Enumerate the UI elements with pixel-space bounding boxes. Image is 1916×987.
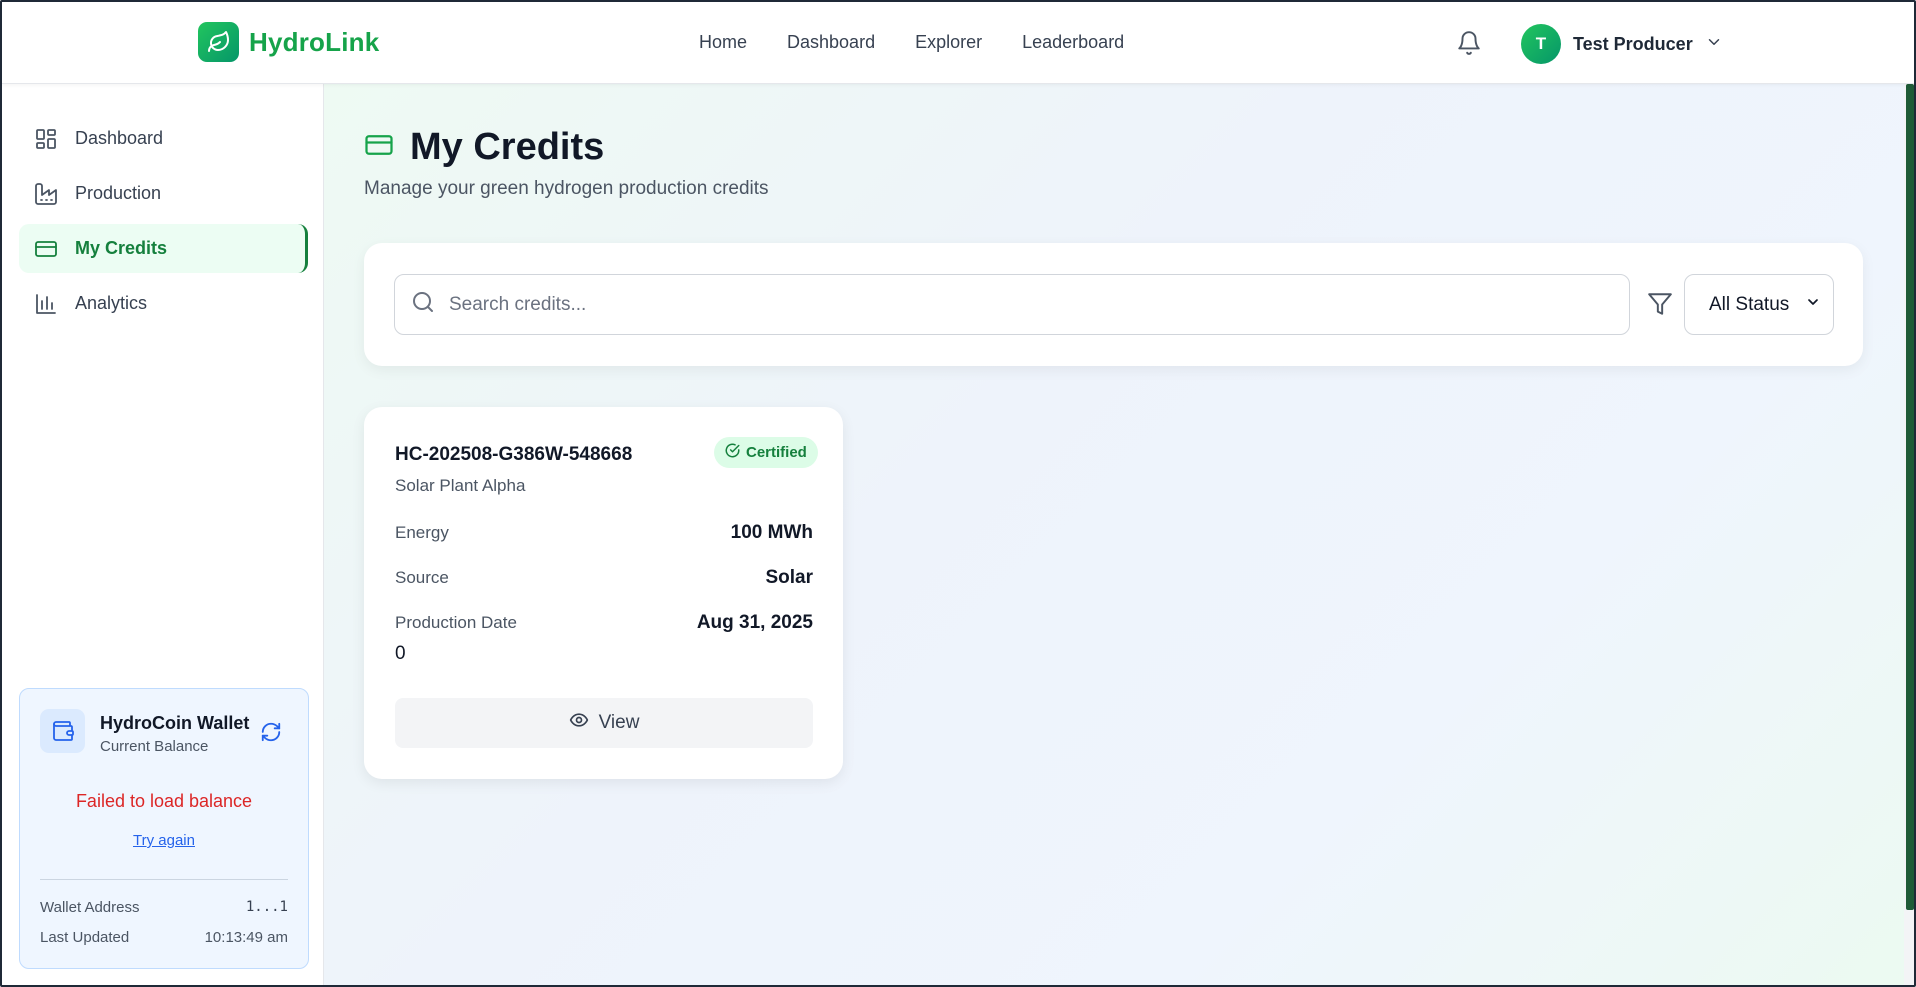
top-header: HydroLink Home Dashboard Explorer Leader… bbox=[2, 2, 1914, 84]
source-label: Source bbox=[395, 568, 449, 587]
brand-logo[interactable]: HydroLink bbox=[198, 22, 379, 62]
plant-name: Solar Plant Alpha bbox=[395, 476, 526, 495]
page-subtitle: Manage your green hydrogen production cr… bbox=[364, 178, 769, 199]
scrollbar-thumb[interactable] bbox=[1906, 84, 1914, 910]
energy-label: Energy bbox=[395, 523, 449, 542]
search-icon bbox=[411, 290, 435, 319]
wallet-address-row: Wallet Address 1...1 bbox=[40, 899, 288, 916]
chevron-down-icon bbox=[1805, 294, 1821, 316]
layout-grid-icon bbox=[33, 126, 59, 152]
avatar: T bbox=[1521, 24, 1561, 64]
sidebar-item-label: Analytics bbox=[75, 293, 148, 313]
wallet-error-message: Failed to load balance bbox=[75, 791, 253, 811]
sidebar-item-production[interactable]: Production bbox=[19, 169, 308, 218]
leaf-icon bbox=[198, 22, 239, 62]
wallet-updated-value: 10:13:49 am bbox=[204, 929, 288, 946]
wallet-card: HydroCoin Wallet Current Balance Failed … bbox=[19, 688, 309, 969]
nav-leaderboard[interactable]: Leaderboard bbox=[1022, 32, 1124, 53]
wallet-divider bbox=[40, 879, 288, 880]
status-select[interactable]: All Status bbox=[1684, 274, 1834, 335]
chevron-down-icon bbox=[1705, 33, 1723, 56]
sidebar-item-label: Dashboard bbox=[75, 128, 164, 148]
bell-icon[interactable] bbox=[1456, 30, 1482, 61]
status-badge-label: Certified bbox=[746, 444, 807, 461]
page-title: My Credits bbox=[410, 126, 605, 168]
nav-explorer[interactable]: Explorer bbox=[915, 32, 982, 53]
top-nav: Home Dashboard Explorer Leaderboard bbox=[699, 32, 1164, 53]
user-menu[interactable]: T Test Producer bbox=[1521, 24, 1723, 64]
refresh-icon[interactable] bbox=[260, 721, 282, 748]
search-input[interactable] bbox=[449, 293, 1599, 316]
status-select-value: All Status bbox=[1709, 293, 1790, 315]
filter-bar: All Status bbox=[364, 243, 1863, 366]
sidebar: Dashboard Production My Credits Analytic… bbox=[2, 84, 324, 985]
user-name: Test Producer bbox=[1573, 33, 1693, 54]
wallet-icon bbox=[40, 709, 85, 753]
sidebar-item-label: Production bbox=[75, 183, 162, 203]
brand-name: HydroLink bbox=[249, 26, 380, 57]
wallet-updated-label: Last Updated bbox=[40, 929, 130, 946]
check-circle-icon bbox=[725, 443, 740, 462]
credit-extra-value: 0 bbox=[395, 643, 406, 664]
sidebar-item-dashboard[interactable]: Dashboard bbox=[19, 114, 308, 163]
wallet-updated-row: Last Updated 10:13:49 am bbox=[40, 929, 288, 946]
view-button[interactable]: View bbox=[395, 698, 813, 748]
sidebar-item-my-credits[interactable]: My Credits bbox=[19, 224, 308, 273]
view-button-label: View bbox=[598, 712, 640, 733]
credit-id: HC-202508-G386W-548668 bbox=[395, 444, 633, 465]
wallet-address-label: Wallet Address bbox=[40, 899, 140, 916]
energy-row: Energy 100 MWh bbox=[395, 522, 813, 544]
production-date-label: Production Date bbox=[395, 613, 517, 632]
bar-chart-icon bbox=[33, 291, 59, 317]
credit-card-icon bbox=[364, 130, 394, 165]
search-box[interactable] bbox=[394, 274, 1630, 335]
production-date-value: Aug 31, 2025 bbox=[696, 612, 813, 633]
app-window: HydroLink Home Dashboard Explorer Leader… bbox=[0, 0, 1916, 987]
status-badge: Certified bbox=[714, 437, 818, 468]
wallet-address-value: 1...1 bbox=[245, 899, 288, 915]
sidebar-item-label: My Credits bbox=[75, 238, 168, 258]
wallet-title: HydroCoin Wallet bbox=[100, 713, 250, 733]
wallet-subtitle: Current Balance bbox=[100, 738, 209, 755]
credit-card: HC-202508-G386W-548668 Certified Solar P… bbox=[364, 407, 843, 779]
factory-icon bbox=[33, 181, 59, 207]
filter-icon[interactable] bbox=[1647, 291, 1673, 322]
page-header: My Credits bbox=[364, 126, 604, 169]
eye-icon bbox=[569, 710, 589, 736]
nav-dashboard[interactable]: Dashboard bbox=[787, 32, 875, 53]
production-date-row: Production Date Aug 31, 2025 bbox=[395, 612, 813, 634]
credit-card-icon bbox=[33, 236, 59, 262]
try-again-link[interactable]: Try again bbox=[20, 832, 308, 849]
source-value: Solar bbox=[765, 567, 813, 588]
source-row: Source Solar bbox=[395, 567, 813, 589]
energy-value: 100 MWh bbox=[730, 522, 813, 543]
sidebar-item-analytics[interactable]: Analytics bbox=[19, 279, 308, 328]
nav-home[interactable]: Home bbox=[699, 32, 747, 53]
try-again-label[interactable]: Try again bbox=[133, 832, 195, 849]
